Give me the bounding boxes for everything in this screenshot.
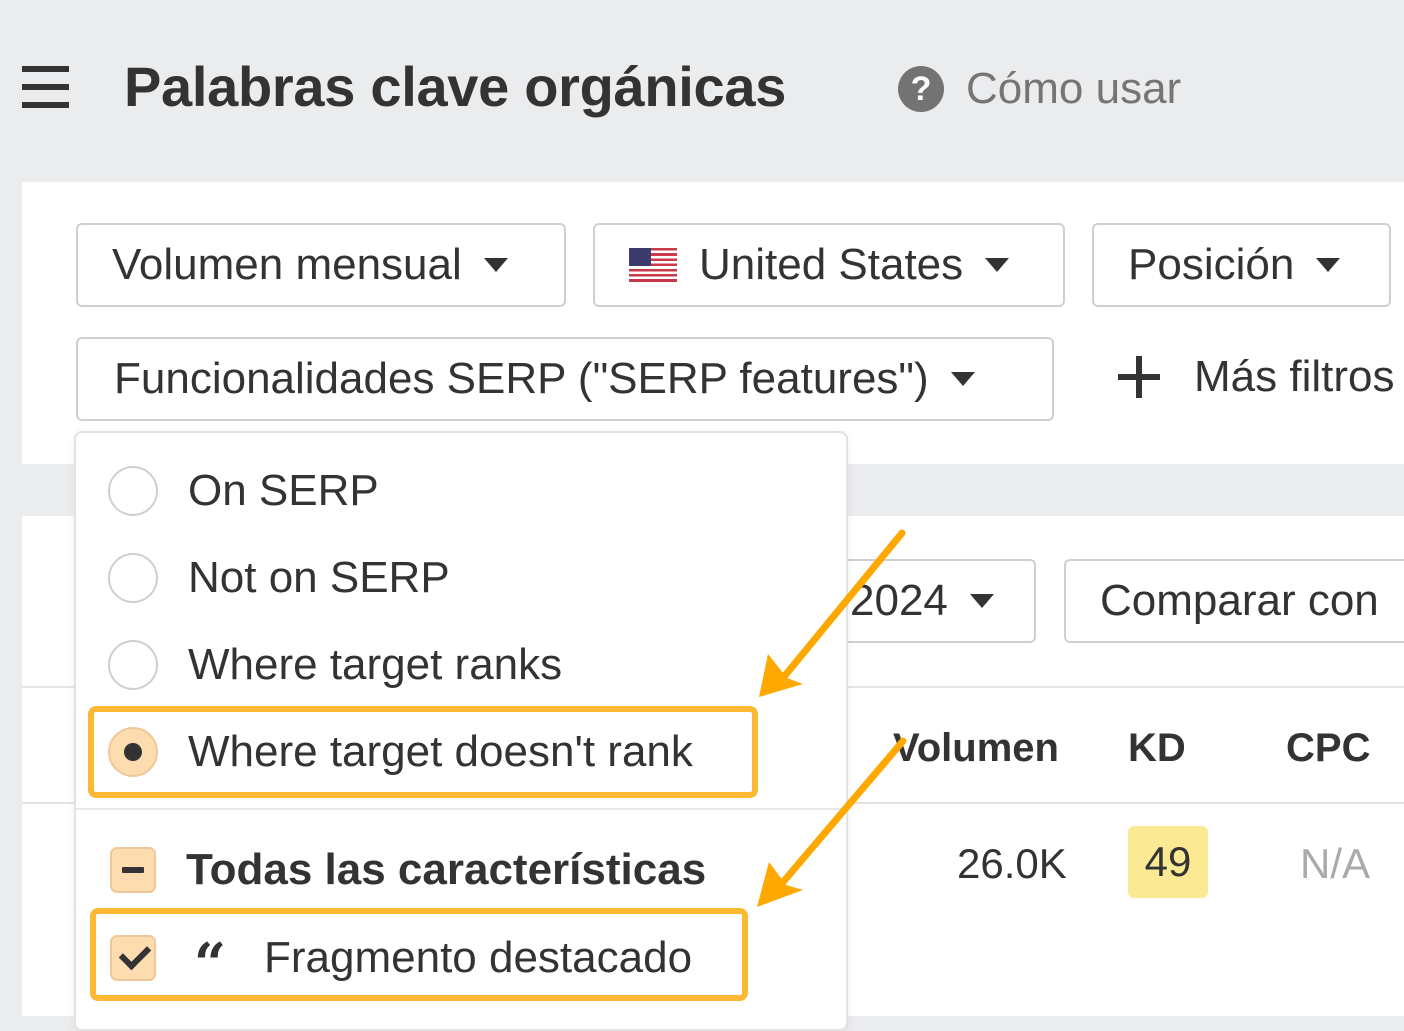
volume-cell: 26.0K	[957, 840, 1067, 887]
more-filters-button[interactable]: Más filtros	[1118, 352, 1394, 402]
radio-option-where-target-ranks[interactable]: Where target ranks	[108, 640, 562, 690]
caret-down-icon	[985, 258, 1010, 272]
page-title: Palabras clave orgánicas	[124, 55, 787, 118]
radio-option-on-serp[interactable]: On SERP	[108, 466, 379, 516]
us-flag-icon	[629, 248, 677, 282]
caret-down-icon	[1316, 258, 1341, 272]
column-header-cpc[interactable]: CPC	[1286, 726, 1370, 771]
radio-option-not-on-serp[interactable]: Not on SERP	[108, 553, 450, 603]
column-header-volume[interactable]: Volumen	[893, 726, 1059, 771]
volume-filter-dropdown[interactable]: Volumen mensual	[76, 223, 566, 307]
checkbox-indeterminate-icon[interactable]	[110, 847, 156, 893]
more-filters-label: Más filtros	[1194, 352, 1395, 401]
quote-icon: “	[193, 936, 226, 980]
radio-selected-icon[interactable]	[108, 727, 158, 777]
option-label: Fragmento destacado	[264, 933, 693, 982]
position-filter-dropdown[interactable]: Posición	[1092, 223, 1391, 307]
cpc-cell: N/A	[1300, 840, 1371, 887]
checkbox-all-features[interactable]: Todas las características	[110, 845, 706, 895]
serp-features-filter-label: Funcionalidades SERP ("SERP features")	[114, 354, 929, 403]
position-filter-label: Posición	[1128, 240, 1295, 289]
kd-badge: 49	[1128, 826, 1208, 898]
help-link[interactable]: ? Cómo usar	[898, 64, 1181, 114]
country-filter-dropdown[interactable]: United States	[593, 223, 1065, 307]
help-label: Cómo usar	[966, 64, 1182, 113]
date-select-label: 2024	[850, 576, 948, 625]
option-label: Where target ranks	[188, 640, 563, 689]
column-header-kd[interactable]: KD	[1128, 726, 1186, 771]
caret-down-icon	[950, 372, 975, 386]
caret-down-icon	[483, 258, 508, 272]
checkbox-featured-snippet[interactable]: “ Fragmento destacado	[110, 933, 692, 983]
radio-option-where-target-doesnt-rank[interactable]: Where target doesn't rank	[108, 727, 693, 777]
compare-with-label: Comparar con	[1100, 576, 1379, 625]
radio-unselected-icon[interactable]	[108, 466, 158, 516]
volume-filter-label: Volumen mensual	[112, 240, 462, 289]
option-label: Where target doesn't rank	[188, 727, 693, 776]
radio-unselected-icon[interactable]	[108, 640, 158, 690]
checkbox-checked-icon[interactable]	[110, 935, 156, 981]
option-label: Not on SERP	[188, 553, 450, 602]
serp-features-filter-dropdown[interactable]: Funcionalidades SERP ("SERP features")	[76, 337, 1054, 421]
menu-divider	[76, 808, 846, 810]
hamburger-menu-icon[interactable]	[22, 66, 70, 108]
country-filter-label: United States	[699, 240, 964, 289]
caret-down-icon	[969, 594, 994, 608]
question-circle-icon: ?	[898, 66, 944, 112]
radio-unselected-icon[interactable]	[108, 553, 158, 603]
option-label: On SERP	[188, 466, 379, 515]
plus-icon	[1118, 356, 1160, 398]
compare-with-button[interactable]: Comparar con	[1064, 559, 1404, 643]
option-label: Todas las características	[186, 845, 707, 894]
